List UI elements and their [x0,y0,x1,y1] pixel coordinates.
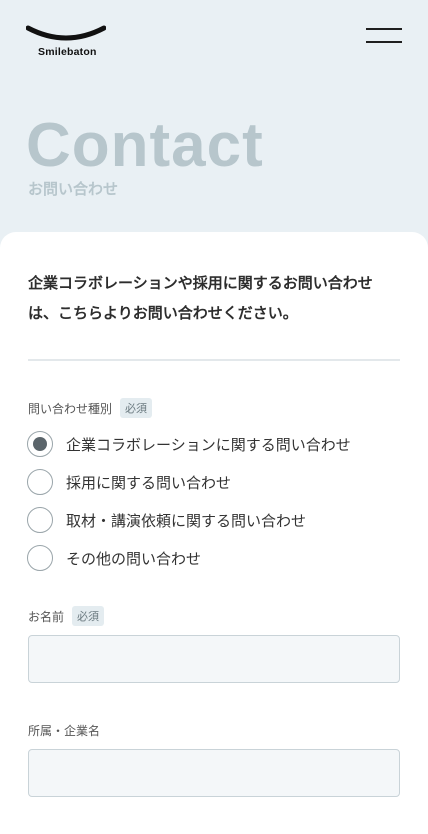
name-label-row: お名前 必須 [28,606,105,626]
name-label: お名前 [28,609,65,624]
radio-option-label: 取材・講演依頼に関する問い合わせ [66,511,307,530]
page-subtitle: お問い合わせ [28,180,119,198]
radio-dot-icon [33,437,47,451]
smile-logo-icon [26,25,106,41]
company-label-row: 所属・企業名 [28,722,100,739]
radio-option-press[interactable]: 取材・講演依頼に関する問い合わせ [27,501,407,539]
radio-option-label: その他の問い合わせ [66,549,202,568]
intro-text: 企業コラボレーションや採用に関するお問い合わせ は、こちらよりお問い合わせくださ… [28,268,400,328]
inquiry-type-label-row: 問い合わせ種別 必須 [28,398,153,418]
radio-button[interactable] [27,507,53,533]
hamburger-menu-button[interactable] [364,26,404,46]
divider [28,359,400,361]
logo-text: Smilebaton [38,46,97,58]
inquiry-type-label: 問い合わせ種別 [28,401,113,416]
smilebaton-logo[interactable]: Smilebaton [26,24,106,64]
company-label: 所属・企業名 [28,724,101,738]
radio-option-collaboration[interactable]: 企業コラボレーションに関する問い合わせ [27,425,407,463]
radio-button[interactable] [27,469,53,495]
radio-option-other[interactable]: その他の問い合わせ [27,539,407,577]
radio-button-selected[interactable] [27,431,53,457]
menu-line-icon [366,41,402,43]
name-input[interactable] [28,635,400,683]
company-input[interactable] [28,749,400,797]
required-badge: 必須 [120,398,153,418]
inquiry-type-radio-group: 企業コラボレーションに関する問い合わせ 採用に関する問い合わせ 取材・講演依頼に… [27,425,407,577]
intro-line: は、こちらよりお問い合わせください。 [28,304,298,322]
site-header: Smilebaton [0,0,428,80]
radio-option-label: 採用に関する問い合わせ [66,473,232,492]
page-title: Contact [26,111,264,180]
radio-option-label: 企業コラボレーションに関する問い合わせ [66,435,351,454]
menu-line-icon [366,28,402,30]
required-badge: 必須 [72,606,105,626]
radio-button[interactable] [27,545,53,571]
intro-line: 企業コラボレーションや採用に関するお問い合わせ [28,274,373,292]
radio-option-recruitment[interactable]: 採用に関する問い合わせ [27,463,407,501]
